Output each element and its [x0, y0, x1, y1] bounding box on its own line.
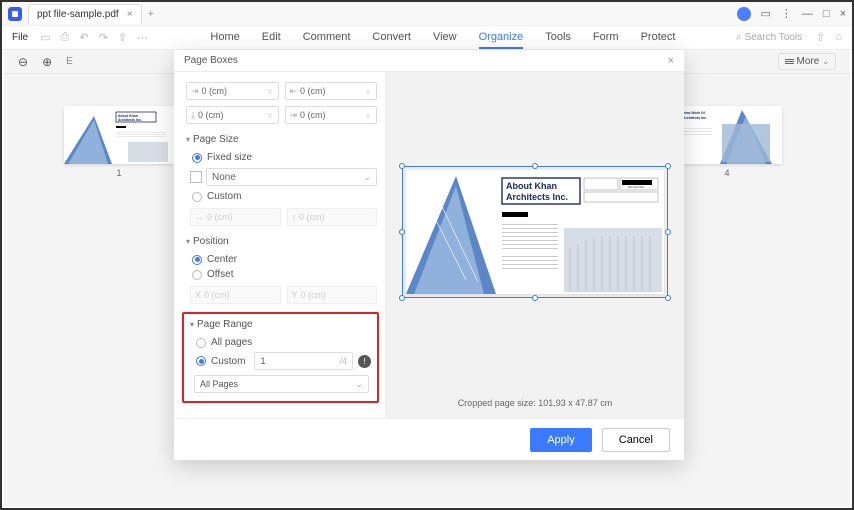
radio-offset[interactable]: Offset — [186, 267, 377, 282]
section-position[interactable]: Position — [186, 236, 377, 247]
margin-left-icon: ⇤ — [290, 86, 298, 97]
more-button[interactable]: More ⌄ — [778, 53, 837, 70]
dialog-footer: Apply Cancel — [174, 418, 684, 460]
tab-view[interactable]: View — [433, 27, 457, 49]
radio-icon — [196, 338, 206, 348]
search-icon: ⌕ — [736, 32, 742, 43]
redo-icon[interactable]: ↷ — [97, 31, 110, 44]
margin-top-icon: ⇥ — [191, 86, 199, 97]
handle-bl[interactable] — [399, 295, 405, 301]
radio-icon — [192, 270, 202, 280]
custom-range-input[interactable]: 1 /4 — [254, 352, 353, 370]
radio-icon — [192, 153, 202, 163]
close-window-button[interactable]: × — [840, 8, 846, 20]
dialog-preview-panel: About Khan Architects Inc. REVIEWED — [386, 72, 684, 418]
offset-x-input: X0 (cm) — [190, 286, 281, 304]
margin-bottom-input[interactable]: ⤓0 (cm) — [186, 106, 279, 124]
handle-br[interactable] — [665, 295, 671, 301]
page-preview: About Khan Architects Inc. REVIEWED — [406, 170, 664, 294]
handle-mr[interactable] — [665, 229, 671, 235]
margin-bottom-icon: ⤓ — [191, 110, 195, 121]
warning-icon: ! — [358, 355, 371, 368]
radio-custom-range[interactable]: Custom 1 /4 ! — [190, 350, 371, 370]
section-page-size[interactable]: Page Size — [186, 134, 377, 145]
print-icon[interactable]: ⎙ — [59, 31, 72, 44]
more-icon[interactable]: ⋯ — [135, 31, 150, 44]
close-dialog-icon[interactable]: × — [668, 55, 674, 67]
app-icon — [8, 7, 22, 21]
save-icon[interactable]: ▭ — [38, 31, 52, 44]
radio-center[interactable]: Center — [186, 252, 377, 267]
cancel-button[interactable]: Cancel — [602, 428, 670, 452]
page-size-select[interactable]: None — [206, 168, 377, 186]
crop-selection[interactable] — [402, 166, 668, 298]
search-tools[interactable]: ⌕ Search Tools — [736, 32, 802, 43]
radio-icon — [196, 356, 206, 366]
undo-icon[interactable]: ↶ — [77, 31, 90, 44]
margin-left-input[interactable]: ⇤0 (cm) — [285, 82, 378, 100]
radio-custom-size[interactable]: Custom — [186, 189, 377, 204]
home-icon[interactable]: ⌂ — [835, 31, 842, 44]
crop-size-info: Cropped page size: 101.93 x 47.87 cm — [386, 392, 684, 418]
handle-ml[interactable] — [399, 229, 405, 235]
margin-right-input[interactable]: ⇥0 (cm) — [285, 106, 378, 124]
close-tab-icon[interactable]: × — [127, 9, 133, 20]
tab-home[interactable]: Home — [210, 27, 239, 49]
kebab-icon[interactable]: ⋮ — [781, 7, 792, 20]
tab-title: ppt file-sample.pdf — [37, 9, 119, 20]
handle-bm[interactable] — [532, 295, 538, 301]
dialog-settings-panel: ⇥0 (cm) ⇤0 (cm) ⤓0 (cm) ⇥0 (cm) Page Siz… — [174, 72, 386, 418]
tab-protect[interactable]: Protect — [641, 27, 676, 49]
thumbnail-page-1[interactable]: About Khan Architects Inc. — [64, 106, 174, 164]
minimize-button[interactable]: — — [802, 8, 813, 20]
tab-convert[interactable]: Convert — [372, 27, 411, 49]
menubar: File ▭ ⎙ ↶ ↷ ⇪ ⋯ Home Edit Comment Conve… — [2, 26, 852, 50]
handle-tr[interactable] — [665, 163, 671, 169]
file-menu[interactable]: File — [12, 32, 28, 43]
radio-all-pages[interactable]: All pages — [190, 335, 371, 350]
titlebar: ppt file-sample.pdf × + ▭ ⋮ — □ × — [2, 2, 852, 26]
upload-icon[interactable]: ⇧ — [816, 31, 825, 44]
new-tab-button[interactable]: + — [148, 8, 154, 20]
custom-height-input: ↕0 (cm) — [287, 208, 378, 226]
page-subset-select[interactable]: All Pages — [194, 375, 369, 393]
thumbnail-label-1: 1 — [64, 168, 174, 178]
margin-right-icon: ⇥ — [290, 110, 298, 121]
user-avatar-icon[interactable] — [737, 7, 751, 21]
chat-icon[interactable]: ▭ — [761, 7, 771, 20]
handle-tm[interactable] — [532, 163, 538, 169]
tab-comment[interactable]: Comment — [303, 27, 351, 49]
zoom-out-icon[interactable]: ⊖ — [18, 55, 28, 69]
main-tabs: Home Edit Comment Convert View Organize … — [210, 27, 675, 49]
custom-width-input: ↔0 (cm) — [190, 208, 281, 226]
tab-form[interactable]: Form — [593, 27, 619, 49]
apply-button[interactable]: Apply — [530, 428, 592, 452]
thumbnail-page-4[interactable]: he New Work Of an Architects Inc. — [672, 106, 782, 164]
tab-edit[interactable]: Edit — [262, 27, 281, 49]
thumbnail-label-4: 4 — [672, 168, 782, 178]
maximize-button[interactable]: □ — [823, 8, 830, 20]
share-icon[interactable]: ⇪ — [116, 31, 129, 44]
handle-tl[interactable] — [399, 163, 405, 169]
dialog-header: Page Boxes × — [174, 50, 684, 72]
zoom-in-icon[interactable]: ⊕ — [42, 55, 52, 69]
tab-organize[interactable]: Organize — [479, 27, 524, 49]
section-page-range[interactable]: Page Range — [190, 319, 371, 330]
page-range-highlight: Page Range All pages Custom 1 /4 ! All — [182, 312, 379, 403]
orientation-icon[interactable] — [190, 171, 202, 183]
radio-fixed-size[interactable]: Fixed size — [186, 150, 377, 165]
page-boxes-dialog: Page Boxes × ⇥0 (cm) ⇤0 (cm) ⤓0 (cm) ⇥0 … — [174, 50, 684, 460]
hamburger-icon — [785, 59, 794, 64]
tab-tools[interactable]: Tools — [545, 27, 571, 49]
document-tab[interactable]: ppt file-sample.pdf × — [28, 4, 142, 24]
radio-icon — [192, 255, 202, 265]
radio-icon — [192, 192, 202, 202]
offset-y-input: Y0 (cm) — [287, 286, 378, 304]
chevron-down-icon: ⌄ — [822, 57, 829, 66]
dialog-title: Page Boxes — [184, 55, 238, 66]
margin-top-input[interactable]: ⇥0 (cm) — [186, 82, 279, 100]
svg-text:Architects Inc.: Architects Inc. — [118, 118, 142, 122]
